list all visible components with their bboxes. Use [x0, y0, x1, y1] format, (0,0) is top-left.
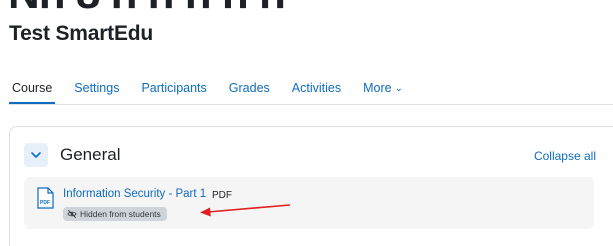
section-collapse-button[interactable]: [24, 143, 48, 167]
tab-course[interactable]: Course: [9, 72, 63, 105]
nav-divider: [9, 104, 613, 105]
chevron-down-icon: ⌄: [394, 82, 403, 94]
course-nav: Course Settings Participants Grades Acti…: [9, 72, 613, 105]
hidden-status-badge: Hidden from students: [63, 207, 167, 221]
tab-settings[interactable]: Settings: [63, 72, 130, 104]
course-section-card: General Collapse all PDF Information Sec…: [9, 126, 613, 246]
tab-more[interactable]: More ⌄: [352, 72, 414, 104]
activity-item: PDF Information Security - Part 1 PDF Hi…: [24, 177, 594, 229]
section-header: General: [24, 143, 613, 167]
chevron-down-icon: [31, 152, 41, 158]
collapse-all-link[interactable]: Collapse all: [534, 149, 596, 163]
tab-grades[interactable]: Grades: [218, 72, 281, 104]
hidden-badge-label: Hidden from students: [80, 209, 161, 219]
annotation-arrow-icon: [200, 204, 291, 217]
eye-slash-icon: [67, 209, 77, 219]
pdf-file-icon: PDF: [37, 187, 54, 209]
page-title: Test SmartEdu: [9, 22, 154, 45]
tab-participants[interactable]: Participants: [130, 72, 217, 104]
svg-text:PDF: PDF: [40, 200, 50, 206]
section-title: General: [60, 145, 121, 164]
tab-activities[interactable]: Activities: [281, 72, 352, 104]
tab-more-label: More: [363, 81, 392, 95]
cropped-heading-artifact: Nh 8 h h h h h: [0, 0, 613, 14]
activity-link[interactable]: Information Security - Part 1: [63, 188, 206, 200]
